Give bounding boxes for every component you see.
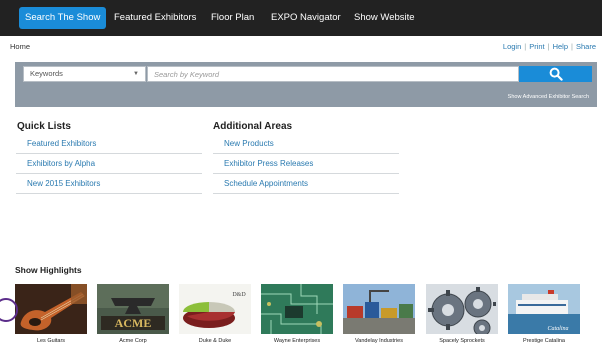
help-link[interactable]: Help <box>553 42 568 51</box>
highlight-caption: Prestige Catalina <box>523 338 565 344</box>
area-new-products[interactable]: New Products <box>213 134 399 154</box>
nav-search-the-show[interactable]: Search The Show <box>19 7 107 29</box>
advanced-search-link[interactable]: Show Advanced Exhibitor Search <box>508 94 589 100</box>
nav-floor-plan[interactable]: Floor Plan <box>211 7 254 29</box>
utility-links: Login | Print | Help | Share <box>503 42 596 51</box>
area-schedule-appointments[interactable]: Schedule Appointments <box>213 174 399 194</box>
quick-list-featured-exhibitors[interactable]: Featured Exhibitors <box>16 134 202 154</box>
nav-show-website[interactable]: Show Website <box>354 7 415 29</box>
search-type-select[interactable]: Keywords ▼ <box>23 66 146 82</box>
highlight-caption: Spacely Sprockets <box>439 338 485 344</box>
highlight-caption: Acme Corp <box>119 338 147 344</box>
nav-expo-navigator[interactable]: EXPO Navigator <box>271 7 341 29</box>
login-link[interactable]: Login <box>503 42 521 51</box>
area-press-releases[interactable]: Exhibitor Press Releases <box>213 154 399 174</box>
search-type-value: Keywords <box>30 69 63 78</box>
highlight-caption: Vandelay Industries <box>355 338 403 344</box>
quick-list-exhibitors-by-alpha[interactable]: Exhibitors by Alpha <box>16 154 202 174</box>
search-panel: Keywords ▼ Show Advanced Exhibitor Searc… <box>15 62 597 107</box>
search-icon <box>549 67 563 81</box>
highlight-tile[interactable]: ACME Acme Corp <box>97 284 169 344</box>
acme-logo-image: ACME <box>97 284 169 334</box>
highlight-tile[interactable]: Spacely Sprockets <box>426 284 498 344</box>
highlight-tile[interactable]: Vandelay Industries <box>343 284 415 344</box>
duke-pie-image: D&D <box>179 284 251 334</box>
highlight-tile[interactable]: Catalina Prestige Catalina <box>508 284 580 344</box>
breadcrumb-home[interactable]: Home <box>10 42 30 51</box>
print-link[interactable]: Print <box>529 42 544 51</box>
highlight-caption: Wayne Enterprises <box>273 338 321 344</box>
duke-logo-text: D&D <box>232 292 246 298</box>
guitar-image <box>15 284 87 334</box>
additional-areas-title: Additional Areas <box>213 121 293 132</box>
search-button[interactable] <box>519 66 592 82</box>
quick-list-new-2015-exhibitors[interactable]: New 2015 Exhibitors <box>16 174 202 194</box>
share-link[interactable]: Share <box>576 42 596 51</box>
search-input[interactable] <box>147 66 519 82</box>
gears-image <box>426 284 498 334</box>
highlight-caption: Les Guitars <box>36 338 66 344</box>
catalina-logo-text: Catalina <box>547 326 568 332</box>
highlight-tile[interactable]: Les Guitars <box>15 284 87 344</box>
additional-areas: New Products Exhibitor Press Releases Sc… <box>213 134 399 194</box>
show-highlights-title: Show Highlights <box>15 265 82 275</box>
chevron-down-icon: ▼ <box>133 71 139 77</box>
highlight-tile[interactable]: D&D Duke & Duke <box>179 284 251 344</box>
highlight-caption: Duke & Duke <box>198 338 232 344</box>
nav-featured-exhibitors[interactable]: Featured Exhibitors <box>114 7 196 29</box>
shipping-containers-image <box>343 284 415 334</box>
divider: | <box>524 42 527 51</box>
cruise-ship-image: Catalina <box>508 284 580 334</box>
divider: | <box>547 42 550 51</box>
highlight-tile[interactable]: Wayne Enterprises <box>261 284 333 344</box>
top-nav: Search The Show Featured Exhibitors Floo… <box>0 0 602 36</box>
circuit-board-image <box>261 284 333 334</box>
divider: | <box>571 42 573 51</box>
quick-lists-title: Quick Lists <box>17 121 71 132</box>
acme-logo-text: ACME <box>115 316 152 330</box>
quick-lists: Featured Exhibitors Exhibitors by Alpha … <box>16 134 202 194</box>
